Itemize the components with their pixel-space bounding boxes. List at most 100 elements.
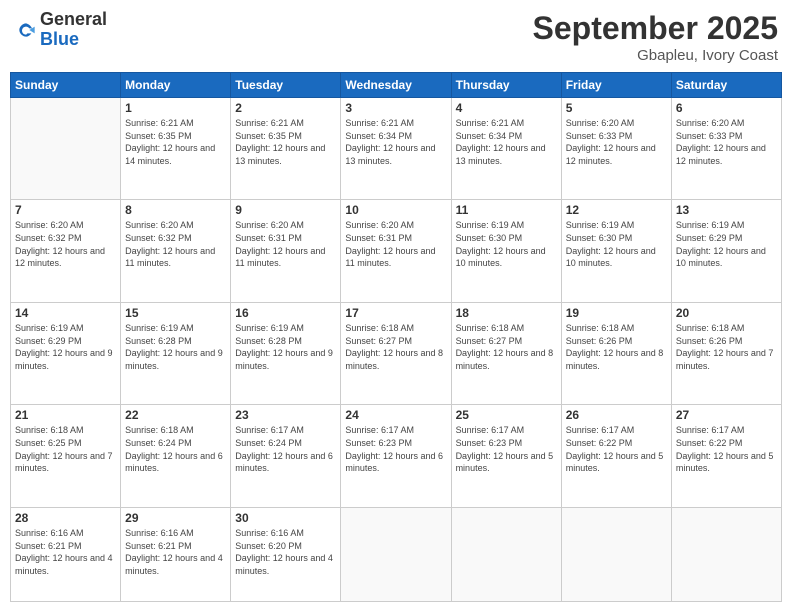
day-cell-20: 20 Sunrise: 6:18 AM Sunset: 6:26 PM Dayl… <box>671 302 781 404</box>
page: General Blue September 2025 Gbapleu, Ivo… <box>0 0 792 612</box>
day-cell-14: 14 Sunrise: 6:19 AM Sunset: 6:29 PM Dayl… <box>11 302 121 404</box>
day-info: Sunrise: 6:20 AM Sunset: 6:33 PM Dayligh… <box>566 117 667 167</box>
day-info: Sunrise: 6:20 AM Sunset: 6:32 PM Dayligh… <box>125 219 226 269</box>
logo-general-text: General <box>40 10 107 30</box>
day-cell-19: 19 Sunrise: 6:18 AM Sunset: 6:26 PM Dayl… <box>561 302 671 404</box>
logo-icon <box>16 20 36 40</box>
header-monday: Monday <box>121 73 231 98</box>
title-area: September 2025 Gbapleu, Ivory Coast <box>533 10 778 64</box>
day-info: Sunrise: 6:17 AM Sunset: 6:23 PM Dayligh… <box>345 424 446 474</box>
day-info: Sunrise: 6:19 AM Sunset: 6:29 PM Dayligh… <box>15 322 116 372</box>
day-info: Sunrise: 6:16 AM Sunset: 6:21 PM Dayligh… <box>125 527 226 577</box>
calendar-row-4: 28 Sunrise: 6:16 AM Sunset: 6:21 PM Dayl… <box>11 507 782 601</box>
day-number: 6 <box>676 101 777 115</box>
day-number: 27 <box>676 408 777 422</box>
weekday-header-row: Sunday Monday Tuesday Wednesday Thursday… <box>11 73 782 98</box>
day-info: Sunrise: 6:20 AM Sunset: 6:31 PM Dayligh… <box>345 219 446 269</box>
day-info: Sunrise: 6:19 AM Sunset: 6:28 PM Dayligh… <box>125 322 226 372</box>
day-info: Sunrise: 6:17 AM Sunset: 6:22 PM Dayligh… <box>566 424 667 474</box>
day-cell-10: 10 Sunrise: 6:20 AM Sunset: 6:31 PM Dayl… <box>341 200 451 302</box>
day-number: 17 <box>345 306 446 320</box>
logo-text: General Blue <box>40 10 107 50</box>
day-cell-24: 24 Sunrise: 6:17 AM Sunset: 6:23 PM Dayl… <box>341 405 451 507</box>
day-info: Sunrise: 6:18 AM Sunset: 6:25 PM Dayligh… <box>15 424 116 474</box>
day-cell-16: 16 Sunrise: 6:19 AM Sunset: 6:28 PM Dayl… <box>231 302 341 404</box>
day-info: Sunrise: 6:17 AM Sunset: 6:22 PM Dayligh… <box>676 424 777 474</box>
day-number: 14 <box>15 306 116 320</box>
day-info: Sunrise: 6:18 AM Sunset: 6:26 PM Dayligh… <box>566 322 667 372</box>
day-number: 7 <box>15 203 116 217</box>
day-cell-8: 8 Sunrise: 6:20 AM Sunset: 6:32 PM Dayli… <box>121 200 231 302</box>
calendar-table: Sunday Monday Tuesday Wednesday Thursday… <box>10 72 782 602</box>
day-cell-26: 26 Sunrise: 6:17 AM Sunset: 6:22 PM Dayl… <box>561 405 671 507</box>
day-number: 8 <box>125 203 226 217</box>
calendar-row-3: 21 Sunrise: 6:18 AM Sunset: 6:25 PM Dayl… <box>11 405 782 507</box>
calendar-row-1: 7 Sunrise: 6:20 AM Sunset: 6:32 PM Dayli… <box>11 200 782 302</box>
day-info: Sunrise: 6:18 AM Sunset: 6:27 PM Dayligh… <box>456 322 557 372</box>
day-cell-21: 21 Sunrise: 6:18 AM Sunset: 6:25 PM Dayl… <box>11 405 121 507</box>
day-number: 24 <box>345 408 446 422</box>
day-info: Sunrise: 6:21 AM Sunset: 6:35 PM Dayligh… <box>125 117 226 167</box>
day-number: 20 <box>676 306 777 320</box>
day-info: Sunrise: 6:18 AM Sunset: 6:27 PM Dayligh… <box>345 322 446 372</box>
header: General Blue September 2025 Gbapleu, Ivo… <box>10 10 782 64</box>
day-cell-18: 18 Sunrise: 6:18 AM Sunset: 6:27 PM Dayl… <box>451 302 561 404</box>
day-cell-22: 22 Sunrise: 6:18 AM Sunset: 6:24 PM Dayl… <box>121 405 231 507</box>
day-cell-2: 2 Sunrise: 6:21 AM Sunset: 6:35 PM Dayli… <box>231 98 341 200</box>
location: Gbapleu, Ivory Coast <box>533 47 778 64</box>
day-cell-5: 5 Sunrise: 6:20 AM Sunset: 6:33 PM Dayli… <box>561 98 671 200</box>
day-cell-3: 3 Sunrise: 6:21 AM Sunset: 6:34 PM Dayli… <box>341 98 451 200</box>
day-info: Sunrise: 6:17 AM Sunset: 6:24 PM Dayligh… <box>235 424 336 474</box>
calendar-row-0: 1 Sunrise: 6:21 AM Sunset: 6:35 PM Dayli… <box>11 98 782 200</box>
header-wednesday: Wednesday <box>341 73 451 98</box>
day-number: 12 <box>566 203 667 217</box>
day-cell-13: 13 Sunrise: 6:19 AM Sunset: 6:29 PM Dayl… <box>671 200 781 302</box>
day-number: 9 <box>235 203 336 217</box>
day-info: Sunrise: 6:19 AM Sunset: 6:28 PM Dayligh… <box>235 322 336 372</box>
day-number: 25 <box>456 408 557 422</box>
day-number: 29 <box>125 511 226 525</box>
day-number: 15 <box>125 306 226 320</box>
day-info: Sunrise: 6:20 AM Sunset: 6:32 PM Dayligh… <box>15 219 116 269</box>
day-cell-29: 29 Sunrise: 6:16 AM Sunset: 6:21 PM Dayl… <box>121 507 231 601</box>
day-number: 23 <box>235 408 336 422</box>
day-cell-11: 11 Sunrise: 6:19 AM Sunset: 6:30 PM Dayl… <box>451 200 561 302</box>
header-tuesday: Tuesday <box>231 73 341 98</box>
day-cell-1: 1 Sunrise: 6:21 AM Sunset: 6:35 PM Dayli… <box>121 98 231 200</box>
day-cell-28: 28 Sunrise: 6:16 AM Sunset: 6:21 PM Dayl… <box>11 507 121 601</box>
day-number: 22 <box>125 408 226 422</box>
day-cell-30: 30 Sunrise: 6:16 AM Sunset: 6:20 PM Dayl… <box>231 507 341 601</box>
day-info: Sunrise: 6:20 AM Sunset: 6:31 PM Dayligh… <box>235 219 336 269</box>
day-info: Sunrise: 6:19 AM Sunset: 6:29 PM Dayligh… <box>676 219 777 269</box>
day-cell-9: 9 Sunrise: 6:20 AM Sunset: 6:31 PM Dayli… <box>231 200 341 302</box>
day-info: Sunrise: 6:21 AM Sunset: 6:34 PM Dayligh… <box>456 117 557 167</box>
day-number: 16 <box>235 306 336 320</box>
header-friday: Friday <box>561 73 671 98</box>
day-number: 18 <box>456 306 557 320</box>
day-number: 10 <box>345 203 446 217</box>
day-number: 26 <box>566 408 667 422</box>
day-number: 13 <box>676 203 777 217</box>
day-cell-15: 15 Sunrise: 6:19 AM Sunset: 6:28 PM Dayl… <box>121 302 231 404</box>
day-info: Sunrise: 6:21 AM Sunset: 6:35 PM Dayligh… <box>235 117 336 167</box>
calendar-row-2: 14 Sunrise: 6:19 AM Sunset: 6:29 PM Dayl… <box>11 302 782 404</box>
day-info: Sunrise: 6:20 AM Sunset: 6:33 PM Dayligh… <box>676 117 777 167</box>
header-saturday: Saturday <box>671 73 781 98</box>
header-sunday: Sunday <box>11 73 121 98</box>
day-number: 3 <box>345 101 446 115</box>
day-info: Sunrise: 6:19 AM Sunset: 6:30 PM Dayligh… <box>566 219 667 269</box>
day-cell-25: 25 Sunrise: 6:17 AM Sunset: 6:23 PM Dayl… <box>451 405 561 507</box>
day-number: 11 <box>456 203 557 217</box>
empty-cell <box>451 507 561 601</box>
day-info: Sunrise: 6:17 AM Sunset: 6:23 PM Dayligh… <box>456 424 557 474</box>
day-info: Sunrise: 6:21 AM Sunset: 6:34 PM Dayligh… <box>345 117 446 167</box>
day-number: 5 <box>566 101 667 115</box>
empty-cell <box>671 507 781 601</box>
header-thursday: Thursday <box>451 73 561 98</box>
empty-cell <box>341 507 451 601</box>
day-info: Sunrise: 6:16 AM Sunset: 6:20 PM Dayligh… <box>235 527 336 577</box>
day-number: 19 <box>566 306 667 320</box>
day-info: Sunrise: 6:19 AM Sunset: 6:30 PM Dayligh… <box>456 219 557 269</box>
logo-blue-text: Blue <box>40 30 107 50</box>
day-number: 28 <box>15 511 116 525</box>
